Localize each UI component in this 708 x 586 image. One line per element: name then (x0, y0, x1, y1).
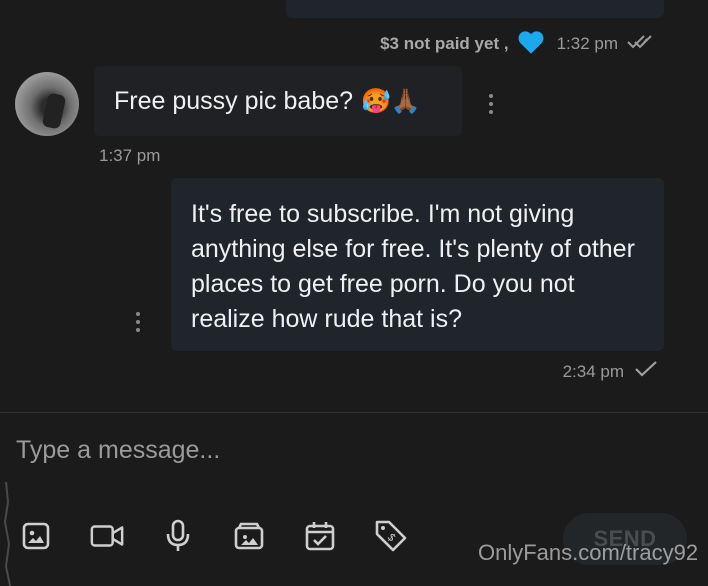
previous-message-meta: $3 not paid yet , 1:32 pm (380, 30, 658, 58)
watermark: OnlyFans.com/tracy92 (478, 540, 699, 565)
vault-icon[interactable] (231, 518, 267, 554)
message-text: It's free to subscribe. I'm not giving a… (191, 200, 635, 333)
screen-scratch (3, 482, 11, 586)
avatar[interactable] (15, 72, 79, 136)
composer-divider (0, 412, 708, 413)
message-time: 1:37 pm (99, 146, 161, 165)
received-message-bubble: Free pussy pic babe? 🥵🙏🏾 (94, 66, 462, 136)
heart-icon[interactable] (517, 29, 545, 60)
check-icon (634, 360, 658, 383)
message-time: 2:34 pm (562, 361, 624, 381)
message-input[interactable]: Type a message... (16, 436, 220, 465)
previous-message-bubble (286, 0, 664, 18)
video-icon[interactable] (89, 518, 125, 554)
message-emojis: 🥵🙏🏾 (361, 87, 421, 115)
composer-toolbar: $ (18, 518, 409, 554)
message-time: 1:32 pm (556, 34, 618, 53)
schedule-icon[interactable] (302, 518, 338, 554)
double-check-icon (626, 33, 658, 56)
sent-message-meta: 2:34 pm (563, 360, 658, 383)
message-text: Free pussy pic babe? (114, 86, 354, 115)
price-tag-icon[interactable]: $ (373, 518, 409, 554)
price-status: $3 not paid yet , (380, 34, 509, 53)
message-options-icon[interactable] (486, 94, 496, 114)
microphone-icon[interactable] (160, 518, 196, 554)
image-icon[interactable] (18, 518, 54, 554)
message-options-icon[interactable] (133, 312, 143, 332)
sent-message-bubble: It's free to subscribe. I'm not giving a… (171, 178, 664, 351)
